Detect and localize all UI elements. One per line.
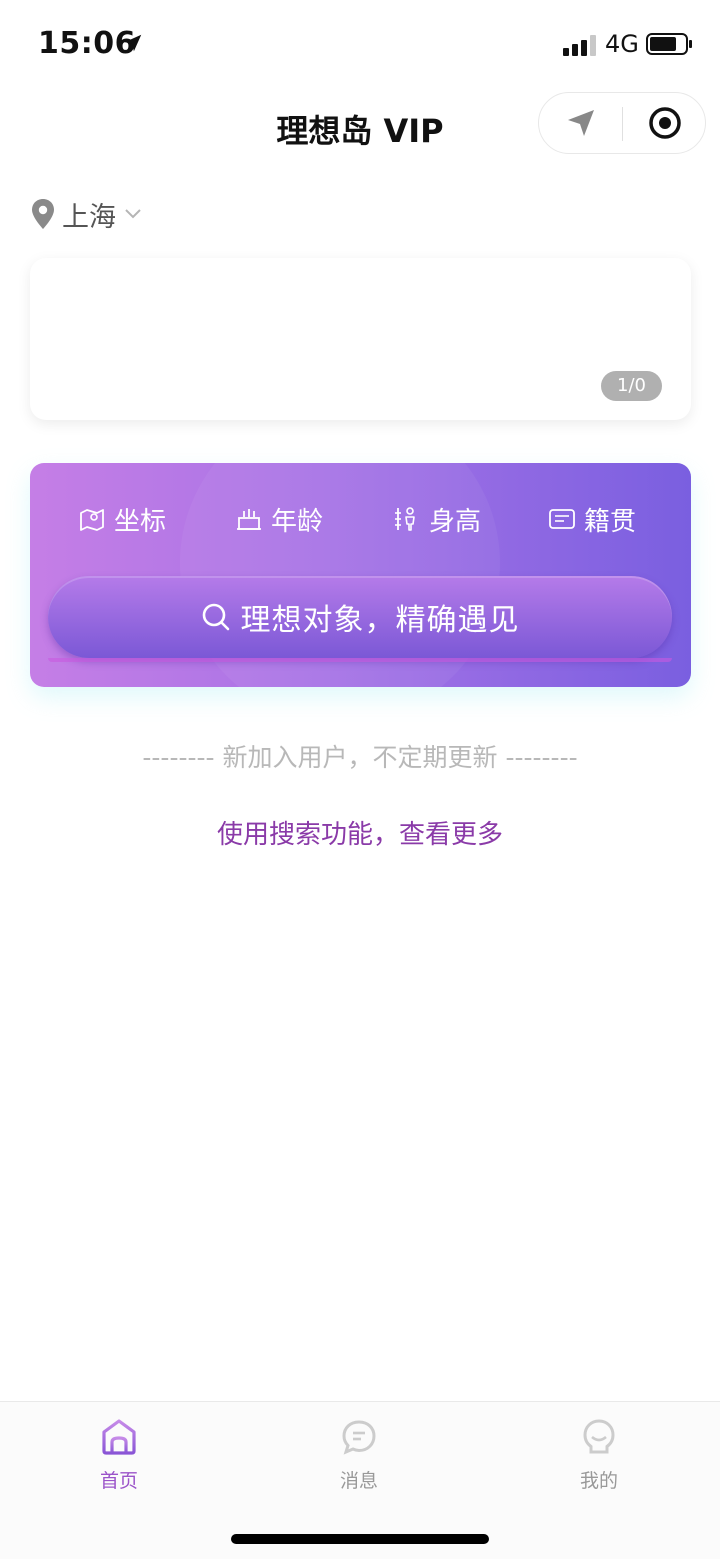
- filter-label: 坐标: [114, 506, 167, 537]
- home-indicator: [231, 1534, 489, 1544]
- tab-home[interactable]: 首页: [59, 1418, 179, 1498]
- tab-label: 我的: [579, 1470, 618, 1492]
- new-users-note: -------- 新加入用户，不定期更新 --------: [142, 743, 578, 772]
- filter-hometown[interactable]: 籍贯: [548, 497, 636, 541]
- location-pin-icon: [32, 199, 54, 229]
- banner-carousel[interactable]: 1/0: [30, 258, 691, 420]
- filter-location[interactable]: 坐标: [78, 497, 166, 541]
- tab-messages[interactable]: 消息: [299, 1418, 419, 1498]
- profile-icon: [583, 1419, 615, 1454]
- signal-icon: [563, 35, 596, 56]
- navigation-arrow-icon: [568, 110, 594, 136]
- home-icon: [102, 1419, 136, 1455]
- filter-label: 身高: [429, 506, 482, 537]
- search-panel: 坐标 年龄 身高 籍贯 理想对象，精确遇见: [30, 463, 691, 687]
- search-button-label: 理想对象，精确遇见: [240, 603, 520, 638]
- filter-label: 籍贯: [584, 506, 637, 537]
- status-bar: 15:06 4G: [0, 0, 720, 88]
- chevron-down-icon: [125, 209, 141, 219]
- share-location-button[interactable]: [539, 93, 623, 153]
- city-name: 上海: [62, 201, 116, 233]
- city-selector[interactable]: 上海: [30, 196, 142, 233]
- filter-row: 坐标 年龄 身高 籍贯: [30, 497, 691, 541]
- filter-label: 年龄: [271, 506, 324, 537]
- tab-label: 首页: [99, 1470, 138, 1492]
- network-type: 4G: [605, 30, 639, 58]
- id-card-icon: [549, 509, 575, 529]
- tab-profile[interactable]: 我的: [539, 1418, 659, 1498]
- battery-icon: [646, 33, 692, 55]
- search-more-link[interactable]: 使用搜索功能，查看更多: [0, 814, 720, 851]
- search-button[interactable]: 理想对象，精确遇见: [48, 576, 672, 662]
- carousel-counter: 1/0: [601, 371, 662, 401]
- message-icon: [342, 1420, 376, 1455]
- tab-label: 消息: [339, 1470, 378, 1492]
- mini-program-capsule: [538, 92, 706, 154]
- tab-bar: 首页 消息 我的: [0, 1401, 720, 1559]
- target-circle-icon: [649, 107, 681, 139]
- title-bar: 理想岛 VIP: [0, 88, 720, 168]
- location-arrow-icon: [124, 34, 142, 52]
- filter-height[interactable]: 身高: [393, 497, 481, 541]
- height-icon: [395, 507, 415, 531]
- map-location-icon: [80, 509, 104, 531]
- birthday-cake-icon: [237, 509, 261, 530]
- filter-age[interactable]: 年龄: [235, 497, 323, 541]
- search-icon: [202, 603, 229, 631]
- close-mini-program-button[interactable]: [623, 93, 707, 153]
- screen: 15:06 4G 理想岛 VIP 上海 1/0 坐标 年龄 身高 籍贯 理想对象…: [0, 0, 720, 1559]
